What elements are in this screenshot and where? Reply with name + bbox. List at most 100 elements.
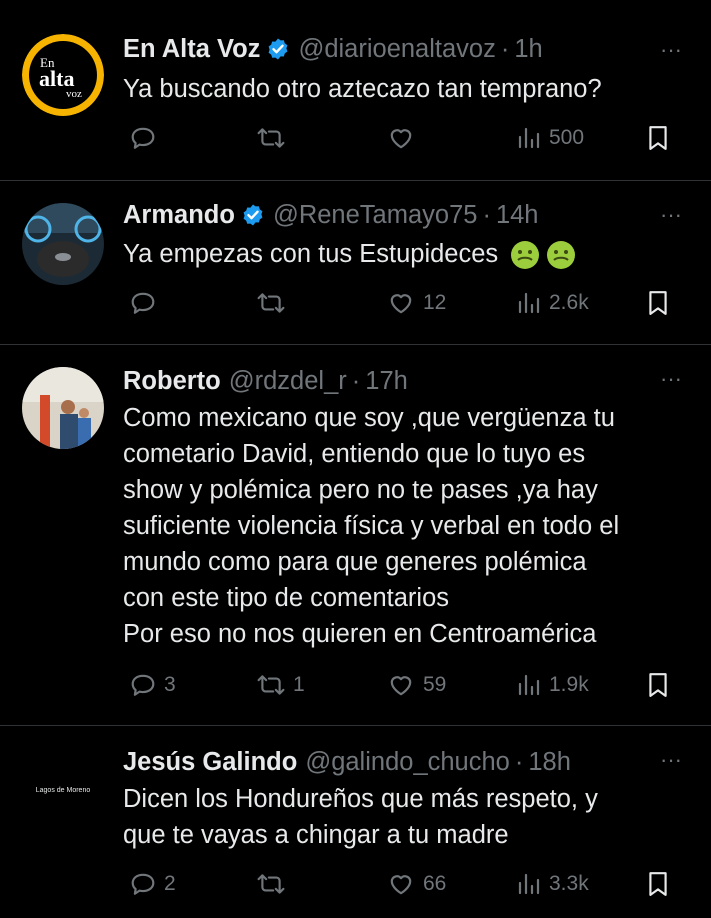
author-name[interactable]: En Alta Voz — [123, 35, 260, 64]
retweet-icon — [257, 128, 285, 148]
author-name[interactable]: Jesús Galindo — [123, 748, 297, 777]
like-button[interactable]: 66 — [387, 866, 446, 902]
author-handle[interactable]: @ReneTamayo75 — [273, 201, 478, 230]
action-bar: 500 — [125, 120, 685, 156]
more-icon[interactable]: ··· — [652, 749, 690, 771]
views-button[interactable]: 2.6k — [517, 285, 589, 321]
bookmark-button[interactable] — [647, 285, 669, 321]
avatar-logo-text-3: voz — [66, 88, 82, 100]
tweet-header: Jesús Galindo @galindo_chucho · 18h — [123, 745, 571, 779]
tweet-text-line: Como mexicano que soy ,que vergüenza tu — [123, 404, 615, 432]
avatar[interactable] — [22, 367, 104, 449]
separator-dot: · — [351, 366, 361, 395]
tweet-text: Dicen los Hondureños que más respeto, y … — [123, 781, 693, 853]
bookmark-icon — [649, 872, 667, 896]
retweet-button[interactable] — [257, 120, 285, 156]
views-icon — [518, 674, 540, 696]
bookmark-button[interactable] — [647, 120, 669, 156]
timestamp[interactable]: 17h — [365, 367, 408, 396]
reply-icon — [131, 127, 155, 149]
like-count: 59 — [423, 673, 447, 696]
tweet-text-line: show y polémica pero no te pases ,ya hay — [123, 476, 598, 504]
tweet-jesus-galindo[interactable]: Lagos de Moreno Jesús Galindo @galindo_c… — [0, 726, 711, 918]
retweet-icon — [257, 675, 285, 695]
retweet-button[interactable] — [257, 285, 285, 321]
bookmark-icon — [649, 126, 667, 150]
retweet-count: 1 — [293, 673, 305, 696]
author-handle[interactable]: @diarioenaltavoz — [298, 35, 495, 64]
reply-button[interactable] — [130, 285, 156, 321]
tweet-text-line: que te vayas a chingar a tu madre — [123, 821, 509, 849]
more-icon[interactable]: ··· — [652, 368, 690, 390]
verified-badge-icon — [269, 38, 288, 60]
author-handle[interactable]: @galindo_chucho — [305, 748, 510, 777]
tweet-text-line: con este tipo de comentarios — [123, 584, 450, 612]
timestamp[interactable]: 18h — [528, 748, 571, 777]
reply-button[interactable]: 3 — [130, 667, 176, 703]
retweet-button[interactable]: 1 — [257, 667, 305, 703]
views-button[interactable]: 1.9k — [517, 667, 589, 703]
more-icon[interactable]: ··· — [652, 39, 690, 61]
tweet-text-line: suficiente violencia física y verbal en … — [123, 512, 620, 540]
nauseated-face-emoji — [547, 241, 576, 270]
bookmark-button[interactable] — [647, 667, 669, 703]
tweet-text-content: Ya empezas con tus Estupideces — [123, 240, 499, 268]
avatar[interactable]: En alta voz — [22, 34, 104, 116]
tweet-text-line: Ya buscando otro aztecazo tan temprano? — [123, 75, 602, 103]
tweet-header: Armando @ReneTamayo75 · 14h — [123, 198, 538, 232]
like-button[interactable]: 12 — [387, 285, 446, 321]
views-button[interactable]: 3.3k — [517, 866, 589, 902]
views-icon — [518, 292, 540, 314]
like-icon — [390, 875, 412, 895]
avatar[interactable]: Lagos de Moreno — [22, 748, 104, 830]
views-icon — [518, 127, 540, 149]
like-icon — [390, 129, 412, 149]
like-count: 66 — [423, 872, 447, 895]
bookmark-icon — [649, 673, 667, 697]
reply-icon — [131, 292, 155, 314]
view-count: 1.9k — [549, 673, 589, 696]
author-name[interactable]: Roberto — [123, 367, 221, 396]
tweet-text-line: mundo como para que generes polémica — [123, 548, 587, 576]
tweet-armando[interactable]: Armando @ReneTamayo75 · 14h ··· Ya empez… — [0, 181, 711, 344]
reply-icon — [131, 873, 155, 895]
view-count: 3.3k — [549, 872, 589, 895]
reply-count: 3 — [164, 673, 176, 696]
reply-feed: En alta voz En Alta Voz @diarioenaltavoz… — [0, 0, 711, 918]
avatar-logo-text: Lagos de Moreno — [36, 787, 91, 794]
bookmark-icon — [649, 291, 667, 315]
like-icon — [390, 676, 412, 696]
views-button[interactable]: 500 — [517, 120, 584, 156]
retweet-icon — [257, 293, 285, 313]
tweet-en-alta-voz[interactable]: En alta voz En Alta Voz @diarioenaltavoz… — [0, 0, 711, 180]
reply-count: 2 — [164, 872, 176, 895]
like-icon — [390, 294, 412, 314]
avatar[interactable] — [22, 203, 104, 285]
tweet-text: Como mexicano que soy ,que vergüenza tu … — [123, 400, 693, 652]
like-button[interactable] — [387, 120, 415, 156]
tweet-text-line: cometario David, entiendo que lo tuyo es — [123, 440, 586, 468]
timestamp[interactable]: 14h — [496, 201, 539, 230]
more-icon[interactable]: ··· — [652, 204, 690, 226]
tweet-text-line: Por eso no nos quieren en Centroamérica — [123, 620, 597, 648]
tweet-header: En Alta Voz @diarioenaltavoz · 1h — [123, 32, 543, 66]
retweet-button[interactable] — [257, 866, 285, 902]
views-icon — [518, 873, 540, 895]
author-name[interactable]: Armando — [123, 201, 235, 230]
verified-badge-icon — [243, 204, 263, 226]
reply-button[interactable]: 2 — [130, 866, 176, 902]
action-bar: 12 2.6k — [125, 285, 685, 321]
tweet-roberto[interactable]: Roberto @rdzdel_r · 17h ··· Como mexican… — [0, 345, 711, 725]
separator-dot: · — [514, 747, 524, 776]
bookmark-button[interactable] — [647, 866, 669, 902]
view-count: 500 — [549, 126, 585, 149]
tweet-text-line: Dicen los Hondureños que más respeto, y — [123, 785, 598, 813]
reply-icon — [131, 674, 155, 696]
author-handle[interactable]: @rdzdel_r — [229, 367, 347, 396]
tweet-text-line: Ya empezas con tus Estupideces — [123, 236, 693, 272]
timestamp[interactable]: 1h — [514, 35, 542, 64]
reply-button[interactable] — [130, 120, 156, 156]
like-button[interactable]: 59 — [387, 667, 446, 703]
action-bar: 3 1 59 1.9k — [125, 667, 685, 703]
separator-dot: · — [482, 200, 491, 229]
